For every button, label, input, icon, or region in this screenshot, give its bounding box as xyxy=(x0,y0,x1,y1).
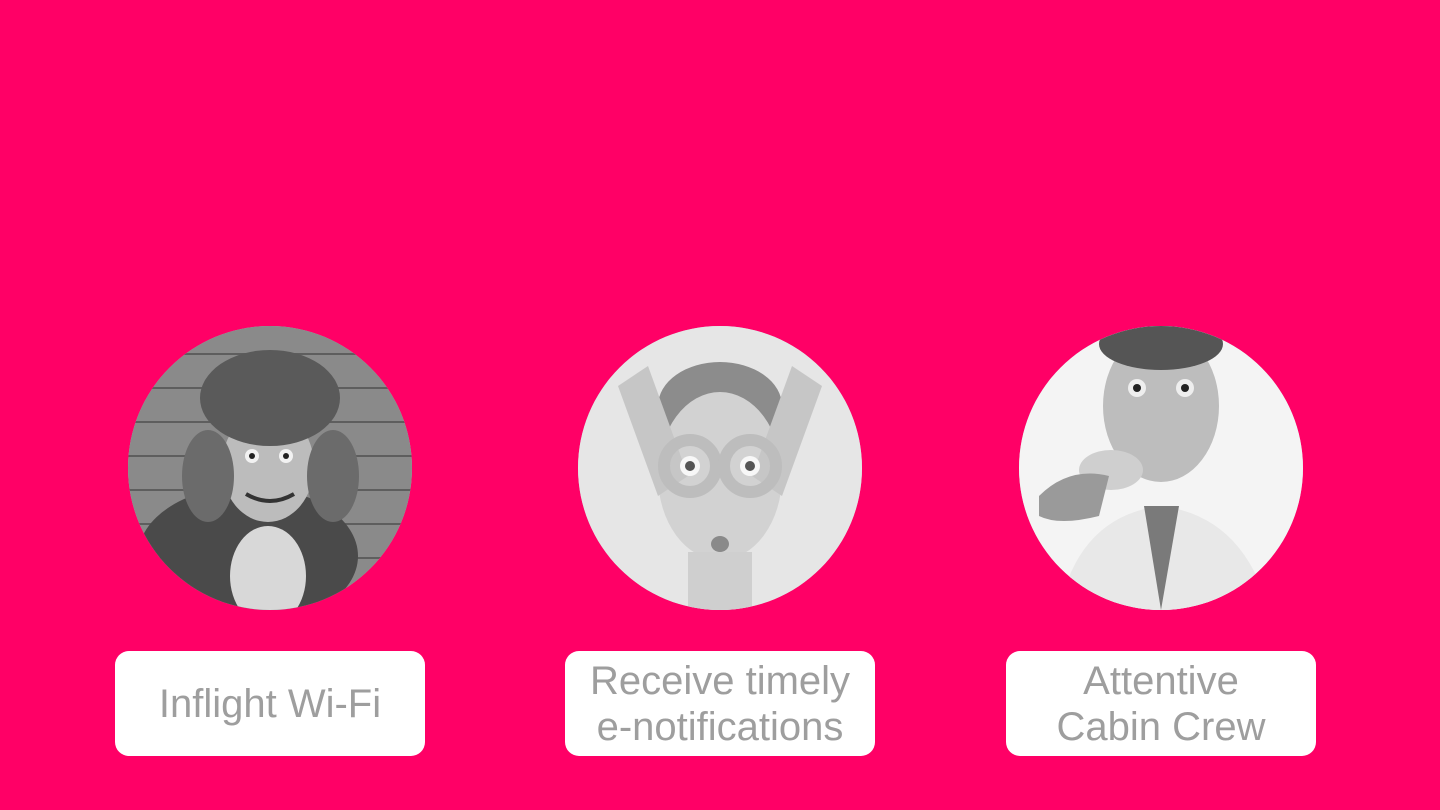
label-card: Receive timely e-notifications xyxy=(565,651,875,756)
feature-label: Attentive Cabin Crew xyxy=(1057,658,1266,750)
man-eating-cookie-illustration xyxy=(1019,326,1303,610)
woman-goggle-hands-illustration xyxy=(578,326,862,610)
man-in-fur-hat-photo xyxy=(128,326,412,610)
feature-inflight-wifi: Inflight Wi-Fi xyxy=(115,0,425,810)
feature-label: Inflight Wi-Fi xyxy=(159,681,381,727)
feature-e-notifications: Receive timely e-notifications xyxy=(565,0,875,810)
man-in-fur-hat-illustration xyxy=(128,326,412,610)
feature-cabin-crew: Attentive Cabin Crew xyxy=(1006,0,1316,810)
man-eating-cookie-photo xyxy=(1019,326,1303,610)
label-line: e-notifications xyxy=(596,704,844,749)
feature-label: Receive timely e-notifications xyxy=(590,658,850,750)
label-line: Inflight Wi-Fi xyxy=(158,681,382,726)
woman-goggle-hands-photo xyxy=(578,326,862,610)
label-line: Attentive xyxy=(1083,658,1239,703)
label-card: Attentive Cabin Crew xyxy=(1006,651,1316,756)
label-line: Cabin Crew xyxy=(1056,704,1266,749)
label-card: Inflight Wi-Fi xyxy=(115,651,425,756)
label-line: Receive timely xyxy=(589,658,851,703)
